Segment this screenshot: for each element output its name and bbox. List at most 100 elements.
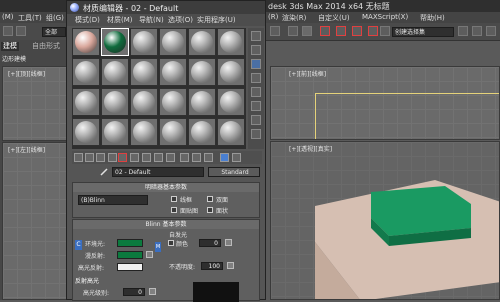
background-icon[interactable] — [251, 59, 261, 69]
material-slot[interactable] — [188, 88, 216, 116]
viewport-perspective[interactable]: [+][透视][真实] — [270, 141, 500, 300]
align-icon[interactable] — [472, 26, 482, 36]
material-slot[interactable] — [188, 28, 216, 56]
menu-mode[interactable]: 模式(D) — [75, 15, 100, 25]
material-slot[interactable] — [130, 88, 158, 116]
sample-type-icon[interactable] — [251, 31, 261, 41]
material-slot[interactable] — [159, 28, 187, 56]
select-by-material-icon[interactable] — [251, 129, 261, 139]
menu-item-r[interactable]: (R) — [268, 13, 278, 21]
move-icon[interactable] — [320, 26, 330, 36]
opacity-map-button[interactable] — [227, 262, 234, 269]
make-preview-icon[interactable] — [251, 101, 261, 111]
material-slot[interactable] — [188, 58, 216, 86]
menu-item-help[interactable]: 帮助(H) — [420, 13, 445, 23]
delete-icon[interactable] — [118, 153, 127, 162]
link-icon[interactable] — [270, 26, 280, 36]
rotate-icon[interactable] — [336, 26, 346, 36]
faceted-checkbox[interactable] — [207, 207, 213, 213]
viewport-left[interactable]: [+][左][线框] — [2, 142, 68, 300]
lock-ambient-diffuse-button[interactable]: C — [75, 240, 82, 250]
shader-dropdown[interactable]: (B)Blinn — [78, 195, 148, 205]
unlink-icon[interactable] — [288, 26, 298, 36]
material-slot[interactable] — [101, 118, 129, 146]
material-slot[interactable] — [217, 28, 245, 56]
ambient-color-swatch[interactable] — [117, 239, 143, 247]
blinn-rollout-title[interactable]: Blinn 基本参数 — [73, 220, 259, 229]
redo-icon[interactable] — [16, 26, 26, 36]
material-slot[interactable] — [72, 28, 100, 56]
reset-map-icon[interactable] — [108, 153, 117, 162]
snap-icon[interactable] — [368, 26, 378, 36]
get-material-icon[interactable] — [74, 153, 83, 162]
pick-material-icon[interactable] — [100, 168, 108, 176]
viewport-top[interactable]: [+][顶][线框] — [2, 66, 68, 141]
material-slot[interactable] — [101, 28, 129, 56]
opacity-spinner[interactable]: 100 — [201, 262, 223, 270]
map-navigator-icon[interactable] — [232, 153, 241, 162]
angle-snap-icon[interactable] — [380, 26, 390, 36]
material-slot[interactable] — [72, 118, 100, 146]
diffuse-map-button[interactable] — [146, 251, 153, 258]
material-slot[interactable] — [72, 58, 100, 86]
self-illum-map-button[interactable] — [225, 239, 232, 246]
material-slot[interactable] — [217, 118, 245, 146]
assign-material-icon[interactable] — [96, 153, 105, 162]
menu-item-group[interactable]: 组(G) — [46, 13, 64, 23]
material-slot[interactable] — [217, 58, 245, 86]
put-to-scene-icon[interactable] — [85, 153, 94, 162]
options-icon[interactable] — [251, 115, 261, 125]
viewport-front-label[interactable]: [+][前][线框] — [289, 69, 326, 78]
make-unique-icon[interactable] — [130, 153, 139, 162]
material-slot[interactable] — [159, 118, 187, 146]
viewport-left-label[interactable]: [+][左][线框] — [8, 145, 45, 154]
material-type-button[interactable]: Standard — [208, 167, 260, 177]
material-slot[interactable] — [101, 88, 129, 116]
menu-item-maxscript[interactable]: MAXScript(X) — [362, 13, 408, 21]
menu-item-tools[interactable]: 工具(T) — [18, 13, 42, 23]
selection-filter-dropdown[interactable]: 全部 — [42, 27, 66, 37]
material-name-field[interactable]: 02 - Default — [112, 167, 204, 177]
video-color-check-icon[interactable] — [251, 87, 261, 97]
layer-icon[interactable] — [486, 26, 496, 36]
material-map-navigator-icon[interactable] — [220, 153, 229, 162]
viewport-front[interactable]: [+][前][线框] — [270, 66, 500, 140]
show-map-icon[interactable] — [166, 153, 175, 162]
shader-rollout-title[interactable]: 明暗器基本参数 — [73, 183, 259, 192]
uv-tiling-icon[interactable] — [251, 73, 261, 83]
material-slot[interactable] — [159, 88, 187, 116]
menu-item-m[interactable]: (M) — [2, 13, 14, 21]
specular-level-map-button[interactable] — [149, 288, 156, 295]
map-side-button[interactable]: M — [155, 242, 161, 252]
material-slot[interactable] — [217, 88, 245, 116]
go-to-parent-icon[interactable] — [192, 153, 201, 162]
material-editor-title-bar[interactable]: 材质编辑器 - 02 - Default — [67, 1, 265, 14]
menu-utilities[interactable]: 实用程序(U) — [197, 15, 236, 25]
material-slot[interactable] — [159, 58, 187, 86]
select-icon[interactable] — [302, 26, 312, 36]
menu-material[interactable]: 材质(M) — [107, 15, 133, 25]
menu-options[interactable]: 选项(O) — [168, 15, 193, 25]
specular-color-swatch[interactable] — [117, 263, 143, 271]
polygon-modeling-label[interactable]: 边形建模 — [2, 54, 26, 63]
specular-level-spinner[interactable]: 0 — [123, 288, 145, 296]
show-end-result-icon[interactable] — [180, 153, 189, 162]
tab-modeling[interactable]: 建模 — [1, 42, 19, 51]
menu-item-customize[interactable]: 自定义(U) — [318, 13, 350, 23]
material-slot[interactable] — [130, 28, 158, 56]
tab-freeform[interactable]: 自由形式 — [30, 42, 62, 51]
self-illum-color-checkbox[interactable] — [168, 240, 174, 246]
diffuse-color-swatch[interactable] — [117, 251, 143, 259]
undo-icon[interactable] — [3, 26, 13, 36]
material-slot[interactable] — [130, 58, 158, 86]
wire-checkbox[interactable] — [171, 196, 177, 202]
two-sided-checkbox[interactable] — [207, 196, 213, 202]
put-to-library-icon[interactable] — [142, 153, 151, 162]
named-selection-dropdown[interactable]: 创建选择集 — [392, 27, 454, 37]
material-id-icon[interactable] — [154, 153, 163, 162]
menu-navigation[interactable]: 导航(N) — [139, 15, 164, 25]
material-slot[interactable] — [72, 88, 100, 116]
material-slot[interactable] — [130, 118, 158, 146]
backlight-icon[interactable] — [251, 45, 261, 55]
material-slot[interactable] — [101, 58, 129, 86]
